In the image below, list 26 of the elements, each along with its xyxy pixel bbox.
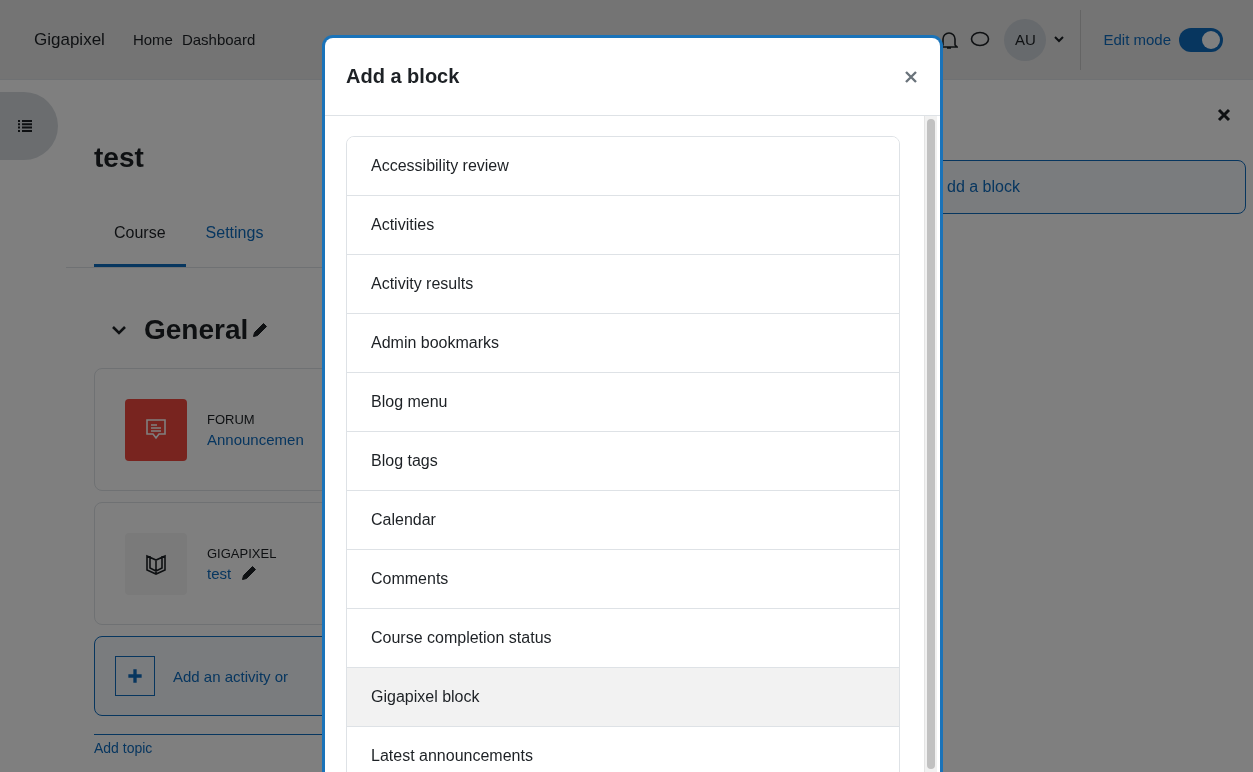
section-title: General [144,314,249,346]
block-option[interactable]: Accessibility review [347,137,899,196]
pencil-icon[interactable] [252,322,269,338]
block-option[interactable]: Gigapixel block [347,668,899,727]
close-icon[interactable] [904,69,918,84]
nav-link[interactable]: Home [132,31,173,48]
forum-icon [125,398,187,461]
close-icon[interactable] [1217,108,1231,122]
edit-mode-label: Edit mode [1103,31,1171,48]
book-icon [125,532,187,595]
user-avatar[interactable]: AU [1004,18,1047,61]
activity-type: GIGAPIXEL [207,545,277,561]
chat-icon[interactable] [970,30,991,49]
course-title: test [94,142,144,174]
course-tab[interactable]: Course [94,210,186,267]
site-name[interactable]: Gigapixel [34,29,105,50]
dialog-title: Add a block [346,65,460,88]
list-icon [18,120,32,132]
plus-icon [115,656,155,696]
caret-icon[interactable] [1054,36,1065,43]
bell-icon[interactable] [940,29,959,50]
edit-mode-switch[interactable] [1179,27,1223,52]
activity-type: FORUM [207,411,256,427]
pencil-icon[interactable] [241,565,258,581]
course-index-toggle[interactable] [0,92,58,160]
nav-link[interactable]: Dashboard [181,31,256,48]
